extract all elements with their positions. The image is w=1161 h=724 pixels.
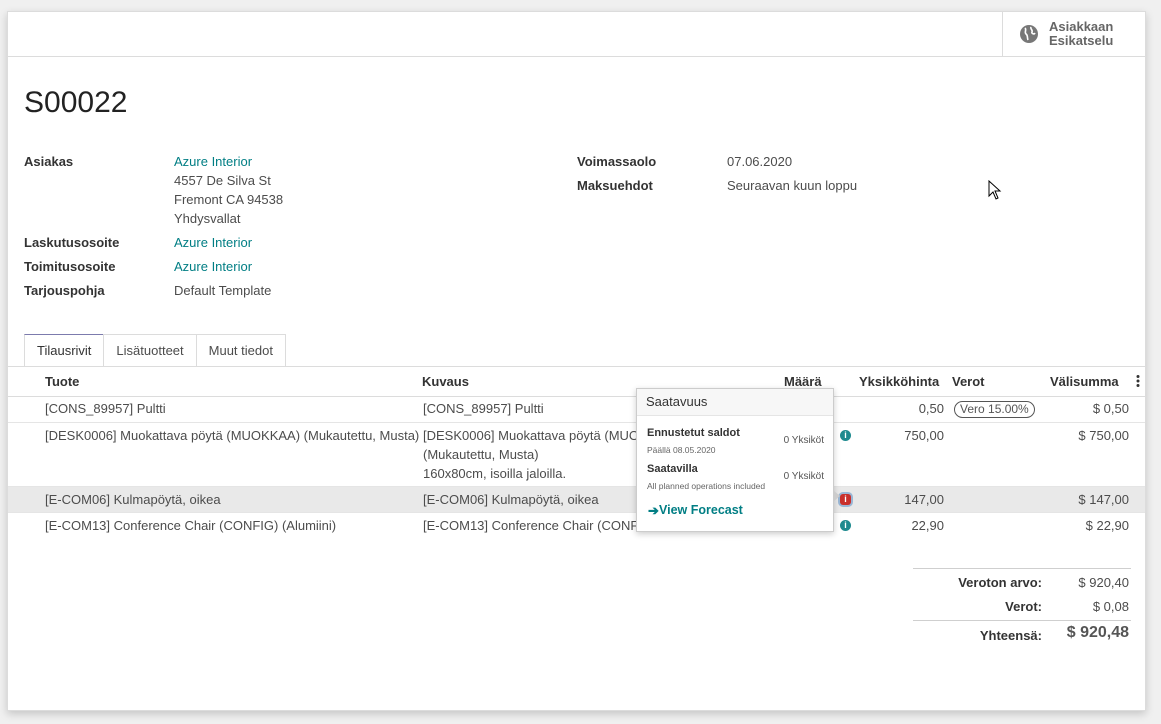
column-product[interactable]: Tuote bbox=[45, 374, 79, 389]
table-row[interactable]: [E-COM06] Kulmapöytä, oikea [E-COM06] Ku… bbox=[8, 487, 1145, 513]
column-subtotal[interactable]: Välisumma bbox=[1050, 374, 1119, 389]
row-subtotal: $ 147,00 bbox=[1078, 492, 1129, 507]
availability-popover: Saatavuus Ennustetut saldot Päällä 08.05… bbox=[636, 388, 840, 532]
table-row[interactable]: [E-COM13] Conference Chair (CONFIG) (Alu… bbox=[8, 513, 1145, 539]
view-forecast-link[interactable]: View Forecast bbox=[659, 503, 743, 517]
page-title: S00022 bbox=[24, 86, 128, 119]
validity-label: Voimassaolo bbox=[577, 154, 657, 169]
forecast-value: 0 Yksiköt bbox=[783, 435, 824, 446]
customer-label: Asiakas bbox=[24, 154, 74, 169]
form-sheet: Asiakkaan Esikatselu S00022 Asiakas Azur… bbox=[7, 11, 1146, 711]
taxes-value: $ 0,08 bbox=[1092, 599, 1129, 614]
table-row[interactable]: [DESK0006] Muokattava pöytä (MUOKKAA) (M… bbox=[8, 423, 1145, 487]
row-unit-price: 147,00 bbox=[904, 492, 944, 507]
validity-field[interactable]: 07.06.2020 bbox=[727, 154, 792, 169]
customer-address-line3: Yhdysvallat bbox=[174, 211, 241, 226]
taxes-label: Verot: bbox=[1005, 599, 1042, 614]
delivery-address-label: Toimitusosoite bbox=[24, 259, 116, 274]
customer-address-line1: 4557 De Silva St bbox=[174, 173, 271, 188]
row-description-line3: 160x80cm, isoilla jaloilla. bbox=[423, 466, 567, 481]
column-unit-price[interactable]: Yksikköhinta bbox=[859, 374, 939, 389]
notebook-tabs: Tilausrivit Lisätuotteet Muut tiedot bbox=[24, 334, 286, 367]
column-options-icon[interactable] bbox=[1136, 374, 1140, 391]
mouse-cursor-icon bbox=[988, 180, 1002, 200]
payment-terms-field[interactable]: Seuraavan kuun loppu bbox=[727, 178, 857, 193]
forecast-label: Ennustetut saldot bbox=[647, 427, 740, 439]
template-field[interactable]: Default Template bbox=[174, 283, 271, 298]
row-product: [E-COM06] Kulmapöytä, oikea bbox=[45, 492, 221, 507]
table-header: Tuote Kuvaus Määrä Yksikköhinta Verot Vä… bbox=[8, 368, 1145, 397]
total-label: Yhteensä: bbox=[979, 628, 1042, 643]
row-subtotal: $ 750,00 bbox=[1078, 428, 1129, 443]
tab-divider bbox=[8, 366, 1145, 367]
available-note: All planned operations included bbox=[647, 481, 766, 491]
preview-label-line2: Esikatselu bbox=[1049, 33, 1114, 48]
availability-info-icon[interactable]: i bbox=[840, 430, 851, 441]
row-subtotal: $ 0,50 bbox=[1092, 401, 1129, 416]
preview-label-line1: Asiakkaan bbox=[1049, 19, 1114, 34]
status-bar: Asiakkaan Esikatselu bbox=[8, 12, 1145, 57]
untaxed-value: $ 920,40 bbox=[1078, 575, 1129, 590]
payment-terms-label: Maksuehdot bbox=[577, 178, 653, 193]
invoice-address-link[interactable]: Azure Interior bbox=[174, 235, 252, 250]
available-label: Saatavilla bbox=[647, 463, 698, 475]
table-row[interactable]: [CONS_89957] Pultti [CONS_89957] Pultti … bbox=[8, 396, 1145, 423]
untaxed-label: Veroton arvo: bbox=[958, 575, 1042, 590]
delivery-address-link[interactable]: Azure Interior bbox=[174, 259, 252, 274]
tab-other-info[interactable]: Muut tiedot bbox=[195, 334, 286, 366]
customer-preview-button[interactable]: Asiakkaan Esikatselu bbox=[1002, 12, 1145, 56]
row-subtotal: $ 22,90 bbox=[1085, 518, 1129, 533]
row-unit-price: 22,90 bbox=[911, 518, 944, 533]
row-description: [E-COM13] Conference Chair (CONFIG bbox=[423, 518, 653, 533]
popover-title: Saatavuus bbox=[637, 389, 833, 416]
template-label: Tarjouspohja bbox=[24, 283, 105, 298]
row-unit-price: 0,50 bbox=[918, 401, 944, 416]
row-description: [E-COM06] Kulmapöytä, oikea bbox=[423, 492, 599, 507]
totals-divider bbox=[913, 568, 1131, 569]
total-divider bbox=[913, 620, 1131, 621]
tab-optional-products[interactable]: Lisätuotteet bbox=[103, 334, 197, 366]
arrow-right-icon: ➔ bbox=[648, 503, 659, 518]
row-unit-price: 750,00 bbox=[904, 428, 944, 443]
tax-badge: Vero 15.00% bbox=[954, 401, 1035, 418]
availability-info-icon[interactable]: i bbox=[840, 520, 851, 531]
row-product: [DESK0006] Muokattava pöytä (MUOKKAA) (M… bbox=[45, 428, 420, 443]
globe-icon bbox=[1020, 25, 1038, 43]
row-product: [E-COM13] Conference Chair (CONFIG) (Alu… bbox=[45, 518, 337, 533]
total-value: $ 920,48 bbox=[1066, 624, 1129, 641]
invoice-address-label: Laskutusosoite bbox=[24, 235, 120, 250]
row-description-line1: [DESK0006] Muokattava pöytä (MUOK bbox=[423, 428, 648, 443]
tab-order-lines[interactable]: Tilausrivit bbox=[24, 334, 105, 367]
column-quantity[interactable]: Määrä bbox=[784, 374, 822, 389]
popover-caret bbox=[833, 490, 840, 502]
column-taxes[interactable]: Verot bbox=[952, 374, 985, 389]
row-description: [CONS_89957] Pultti bbox=[423, 401, 544, 416]
forecast-date: Päällä 08.05.2020 bbox=[647, 445, 716, 455]
row-description-line2: (Mukautettu, Musta) bbox=[423, 447, 539, 462]
customer-address-line2: Fremont CA 94538 bbox=[174, 192, 284, 207]
row-product: [CONS_89957] Pultti bbox=[45, 401, 166, 416]
customer-link[interactable]: Azure Interior bbox=[174, 154, 252, 169]
available-value: 0 Yksiköt bbox=[783, 471, 824, 482]
column-description[interactable]: Kuvaus bbox=[422, 374, 469, 389]
availability-warning-icon[interactable]: i bbox=[840, 494, 851, 505]
